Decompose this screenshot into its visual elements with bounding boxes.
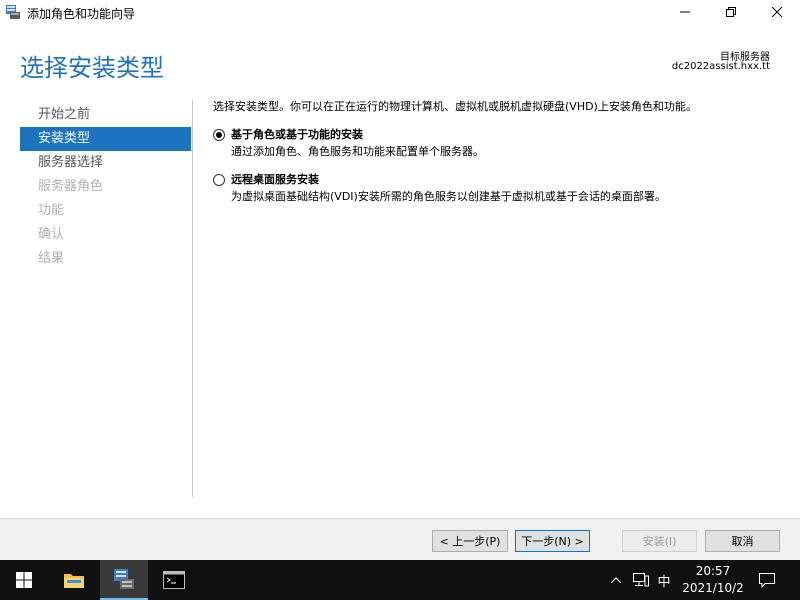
restore-icon bbox=[726, 7, 736, 17]
tray-overflow-button[interactable] bbox=[606, 560, 626, 600]
notification-center-button[interactable] bbox=[756, 560, 778, 600]
tray-network[interactable] bbox=[630, 560, 652, 600]
page-title: 选择安装类型 bbox=[20, 54, 164, 82]
restore-button[interactable] bbox=[708, 0, 754, 24]
previous-button[interactable]: < 上一步(P) bbox=[432, 530, 508, 552]
wizard-nav: 开始之前 安装类型 服务器选择 服务器角色 功能 确认 结果 bbox=[20, 103, 191, 271]
tray-ime[interactable]: 中 bbox=[654, 560, 674, 600]
taskbar-command-prompt[interactable] bbox=[150, 560, 198, 600]
folder-icon bbox=[64, 574, 84, 588]
option-role-based[interactable]: 基于角色或基于功能的安装 通过添加角色、角色服务和功能来配置单个服务器。 bbox=[213, 127, 783, 160]
nav-item-results: 结果 bbox=[38, 251, 65, 266]
nav-item-server-roles: 服务器角色 bbox=[38, 179, 104, 194]
server-manager-icon bbox=[5, 4, 21, 20]
intro-text: 选择安装类型。你可以在正在运行的物理计算机、虚拟机或脱机虚拟硬盘(VHD)上安装… bbox=[213, 100, 697, 113]
cancel-button[interactable]: 取消 bbox=[705, 530, 780, 552]
minimize-icon bbox=[680, 11, 690, 13]
window-title: 添加角色和功能向导 bbox=[27, 7, 136, 21]
install-button: 安装(I) bbox=[622, 530, 697, 552]
clock-time: 20:57 bbox=[695, 564, 731, 578]
nav-item-server-selection[interactable]: 服务器选择 bbox=[20, 151, 191, 175]
wizard-window: 添加角色和功能向导 选择安装类型 目标服务器 dc2022assist.hxx.… bbox=[0, 0, 800, 560]
nav-divider bbox=[192, 100, 193, 497]
chevron-up-icon bbox=[611, 577, 621, 583]
title-bar[interactable]: 添加角色和功能向导 bbox=[0, 0, 800, 24]
option-description: 通过添加角色、角色服务和功能来配置单个服务器。 bbox=[231, 145, 484, 158]
taskbar-server-manager[interactable] bbox=[100, 560, 148, 600]
wizard-header: 选择安装类型 目标服务器 dc2022assist.hxx.tt bbox=[0, 24, 800, 94]
target-server-name: dc2022assist.hxx.tt bbox=[671, 61, 770, 72]
nav-item-confirmation: 确认 bbox=[38, 227, 65, 242]
server-manager-icon bbox=[114, 569, 134, 589]
option-title[interactable]: 基于角色或基于功能的安装 bbox=[231, 127, 783, 143]
next-button[interactable]: 下一步(N) > bbox=[515, 530, 590, 552]
wizard-content: 选择安装类型。你可以在正在运行的物理计算机、虚拟机或脱机虚拟硬盘(VHD)上安装… bbox=[213, 99, 783, 205]
option-title[interactable]: 远程桌面服务安装 bbox=[231, 172, 783, 188]
taskbar: 中 20:57 2021/10/2 bbox=[0, 560, 800, 600]
radio-role-based[interactable] bbox=[213, 129, 225, 141]
start-button[interactable] bbox=[0, 560, 48, 600]
nav-item-before-you-begin[interactable]: 开始之前 bbox=[20, 103, 191, 127]
close-icon bbox=[772, 7, 782, 17]
tray-clock[interactable]: 20:57 2021/10/2 bbox=[676, 562, 750, 598]
notification-icon bbox=[759, 572, 775, 588]
wizard-footer: < 上一步(P) 下一步(N) > 安装(I) 取消 bbox=[0, 518, 800, 560]
terminal-icon bbox=[163, 571, 185, 589]
clock-date: 2021/10/2 bbox=[682, 581, 744, 595]
close-button[interactable] bbox=[754, 0, 800, 24]
nav-item-installation-type[interactable]: 安装类型 bbox=[20, 127, 191, 151]
minimize-button[interactable] bbox=[662, 0, 708, 24]
network-icon bbox=[633, 573, 649, 587]
windows-logo-icon bbox=[16, 572, 32, 588]
option-description: 为虚拟桌面基础结构(VDI)安装所需的角色服务以创建基于虚拟机或基于会话的桌面部… bbox=[231, 190, 666, 203]
option-remote-desktop[interactable]: 远程桌面服务安装 为虚拟桌面基础结构(VDI)安装所需的角色服务以创建基于虚拟机… bbox=[213, 172, 783, 205]
radio-remote-desktop[interactable] bbox=[213, 174, 225, 186]
nav-item-features: 功能 bbox=[38, 203, 65, 218]
taskbar-file-explorer[interactable] bbox=[52, 560, 96, 600]
